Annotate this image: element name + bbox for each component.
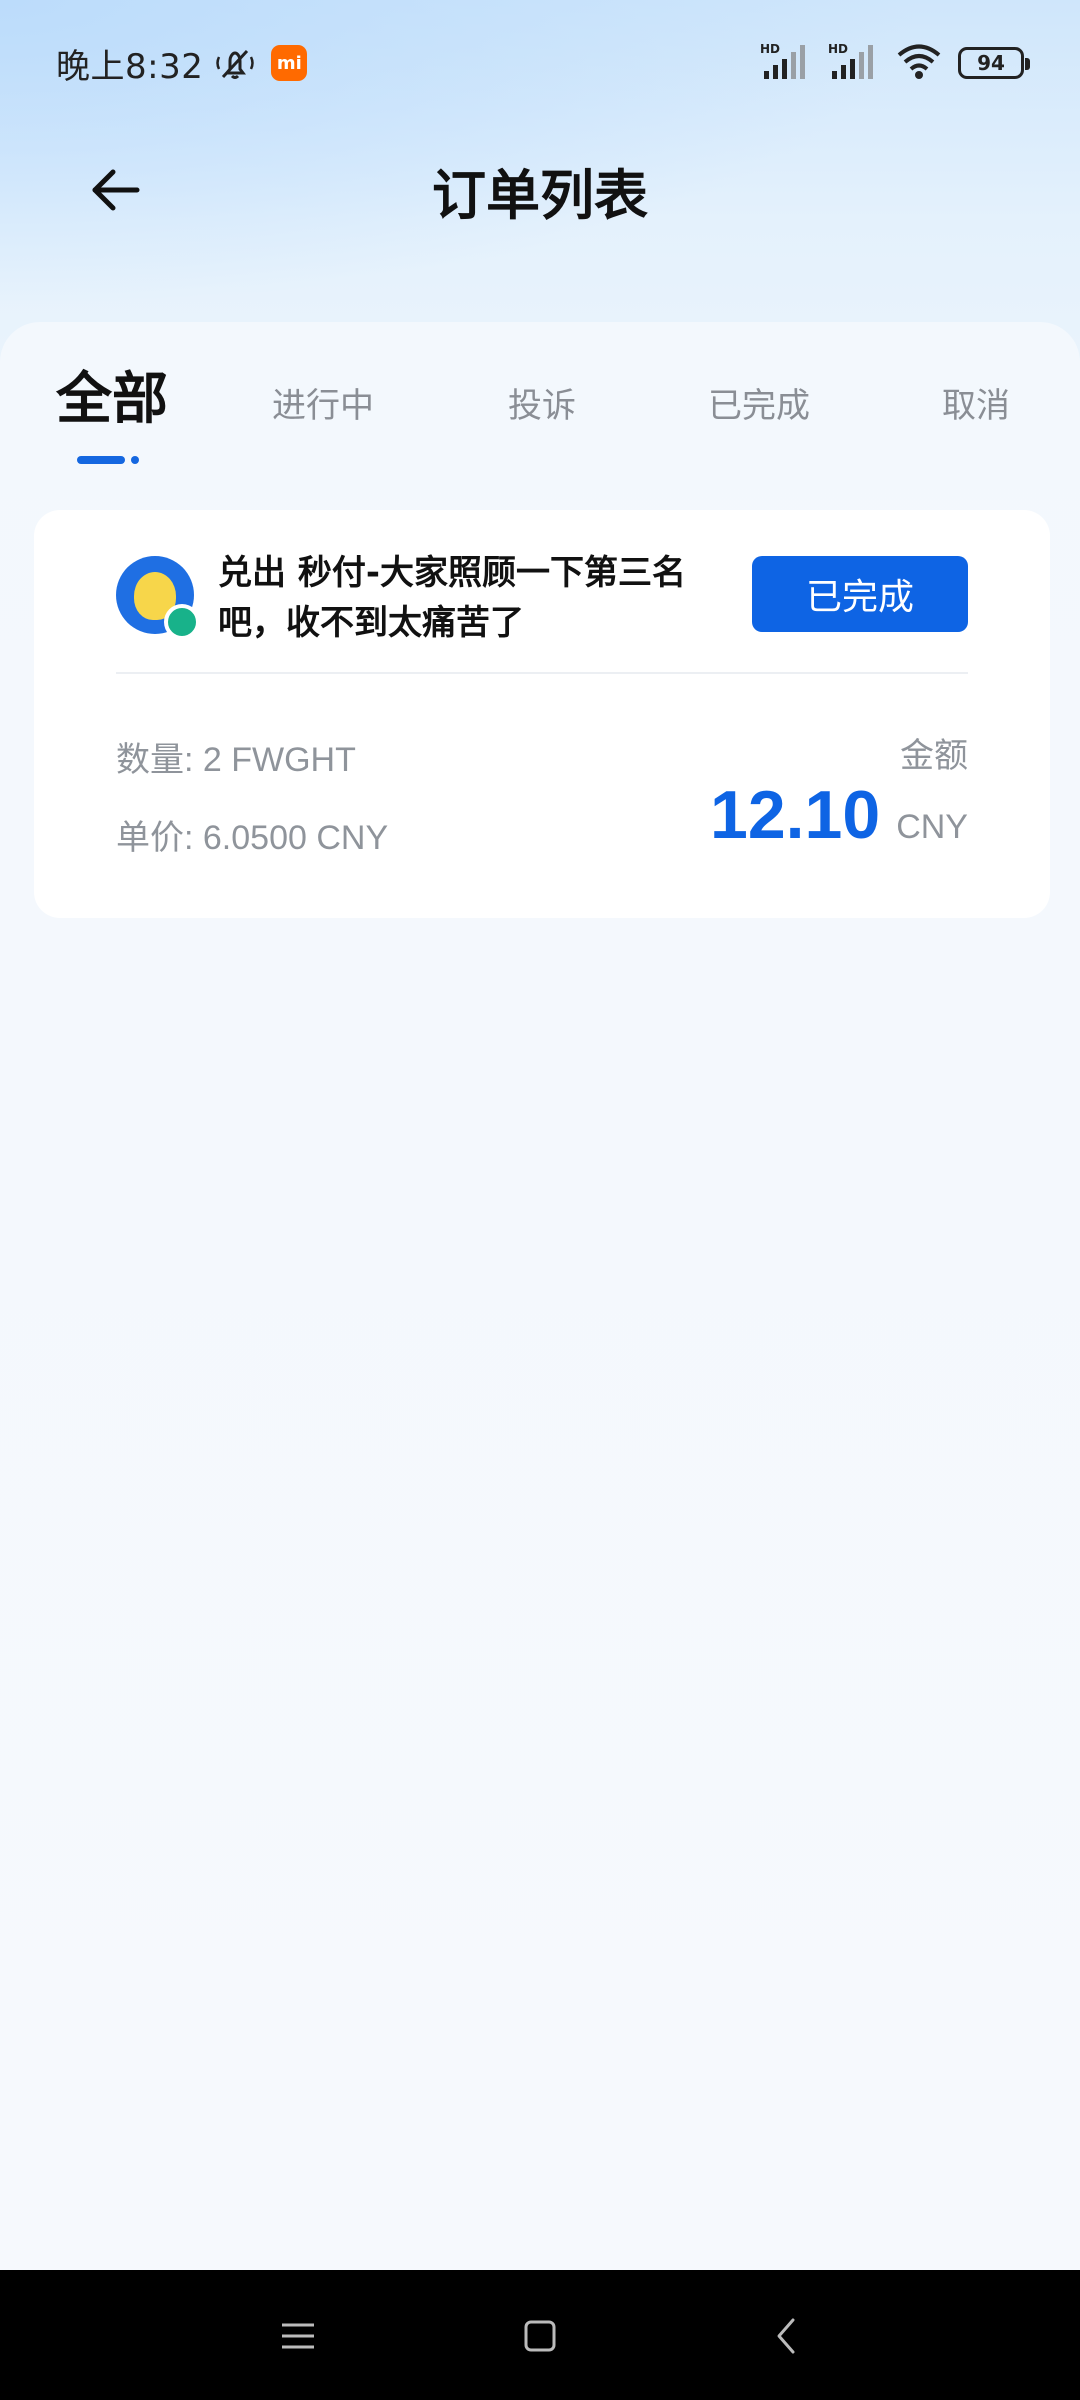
tab-all[interactable]: 全部 xyxy=(56,354,168,434)
nav-back-button[interactable] xyxy=(758,2308,814,2364)
header: 订单列表 xyxy=(0,130,1080,250)
card-divider xyxy=(116,672,968,674)
tab-cancelled[interactable]: 取消 xyxy=(942,362,1010,442)
signal-2-icon: HD xyxy=(828,41,880,85)
nav-menu-button[interactable] xyxy=(270,2308,326,2364)
status-right: HD HD 94 xyxy=(760,0,1030,126)
order-title: 兑出 秒付-大家照顾一下第三名吧，收不到太痛苦了 xyxy=(218,553,686,643)
svg-text:HD: HD xyxy=(760,42,780,56)
tab-indicator-bar xyxy=(77,456,125,464)
amount-currency: CNY xyxy=(896,808,968,846)
tab-complaint[interactable]: 投诉 xyxy=(508,362,576,442)
tab-bar: 全部 进行中 投诉 已完成 取消 xyxy=(0,362,1080,462)
amount-value: 12.10 xyxy=(710,777,881,853)
system-nav-bar xyxy=(0,2270,1080,2400)
tab-completed[interactable]: 已完成 xyxy=(708,362,810,442)
signal-1-icon: HD xyxy=(760,41,812,85)
svg-text:HD: HD xyxy=(828,42,848,56)
avatar xyxy=(116,556,200,640)
order-status-button[interactable]: 已完成 xyxy=(752,556,968,632)
tab-indicator-dot xyxy=(131,456,139,464)
back-icon xyxy=(777,2318,795,2354)
menu-icon xyxy=(282,2323,314,2349)
status-time: 晚上8:32 xyxy=(56,46,204,87)
arrow-left-icon xyxy=(92,169,140,211)
battery-icon: 94 xyxy=(958,47,1030,79)
home-icon xyxy=(524,2320,556,2352)
order-card[interactable]: 兑出 秒付-大家照顾一下第三名吧，收不到太痛苦了 已完成 数量: 2 FWGHT… xyxy=(34,510,1050,918)
tab-in-progress[interactable]: 进行中 xyxy=(272,362,374,442)
mute-icon xyxy=(213,43,257,83)
amount-label: 金额 xyxy=(900,736,968,776)
amount-row: 12.10 CNY xyxy=(710,776,968,854)
back-button[interactable] xyxy=(80,160,150,220)
nav-home-button[interactable] xyxy=(512,2308,568,2364)
mi-app-icon: mi xyxy=(271,45,308,81)
wifi-icon xyxy=(896,42,942,84)
tab-indicator xyxy=(77,456,141,464)
page-title: 订单列表 xyxy=(432,163,648,227)
order-quantity: 数量: 2 FWGHT xyxy=(116,741,356,779)
content-panel: 全部 进行中 投诉 已完成 取消 兑出 秒付-大家照顾一下第三名吧，收不到太痛苦… xyxy=(0,322,1080,2270)
order-unit-price: 单价: 6.0500 CNY xyxy=(116,819,389,857)
online-status-dot xyxy=(164,604,200,640)
status-bar: 晚上8:32 mi HD HD 94 xyxy=(0,0,1080,126)
